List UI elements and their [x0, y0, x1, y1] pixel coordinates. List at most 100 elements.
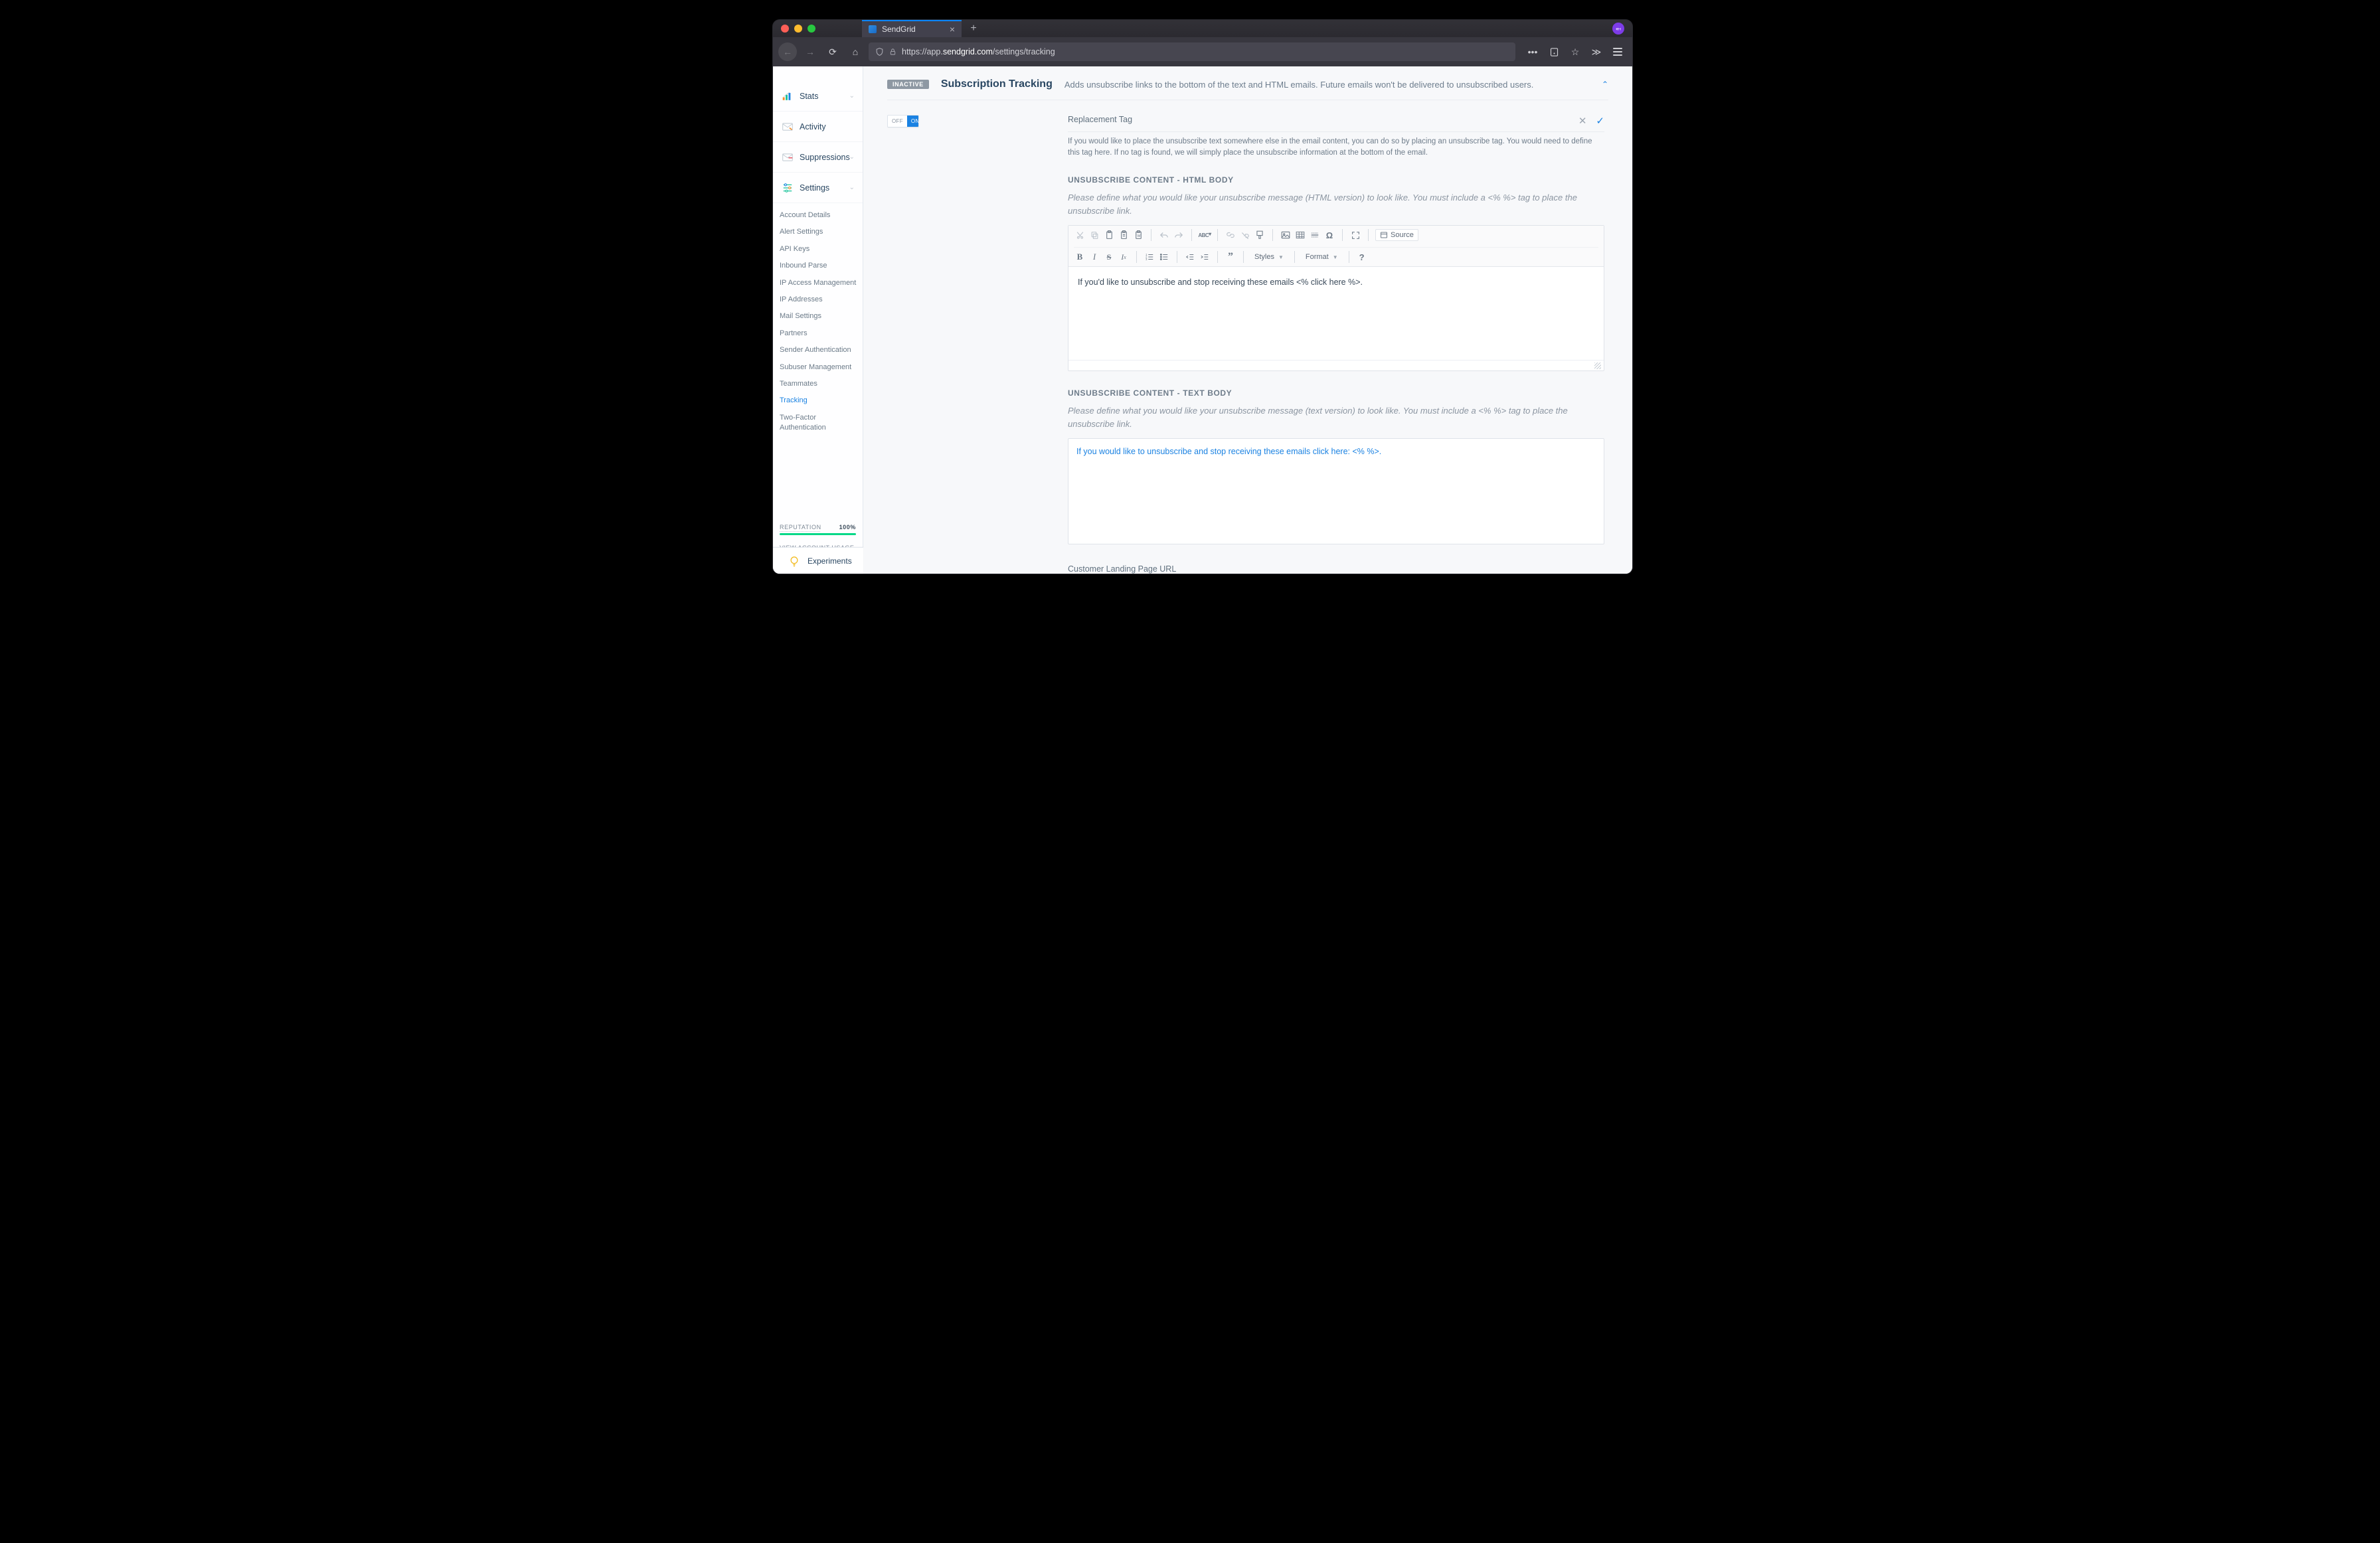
bulb-icon — [789, 556, 800, 566]
settings-sub-item[interactable]: Tracking — [780, 392, 863, 409]
on-off-toggle[interactable]: OFF ON — [887, 115, 919, 127]
replacement-tag-label: Replacement Tag — [1068, 115, 1578, 124]
outdent-icon[interactable] — [1184, 251, 1196, 263]
toggle-on-label: ON — [907, 116, 919, 127]
html-body-help: Please define what you would like your u… — [1068, 191, 1604, 217]
hamburger-menu[interactable] — [1608, 42, 1627, 61]
bookmark-star-icon[interactable]: ☆ — [1566, 42, 1584, 61]
private-mask-icon: ⬶ — [1612, 23, 1624, 35]
back-button[interactable]: ← — [778, 42, 797, 61]
settings-sub-item[interactable]: Teammates — [780, 376, 863, 392]
section-header: INACTIVE Subscription Tracking Adds unsu… — [887, 78, 1608, 100]
overflow-icon[interactable]: ≫ — [1587, 42, 1606, 61]
window-minimize-dot[interactable] — [794, 25, 802, 33]
settings-sub-item[interactable]: Inbound Parse — [780, 258, 863, 274]
copy-icon[interactable] — [1088, 229, 1100, 241]
special-char-icon[interactable]: Ω — [1323, 229, 1335, 241]
settings-sub-item[interactable]: Sender Authentication — [780, 342, 863, 359]
page-description: Adds unsubscribe links to the bottom of … — [1064, 80, 1534, 90]
browser-tab[interactable]: SendGrid × — [862, 20, 962, 37]
sidebar-item-stats[interactable]: Stats ⌄ — [773, 81, 863, 112]
stats-icon — [782, 91, 793, 102]
undo-icon[interactable] — [1158, 229, 1170, 241]
landing-page-label: Customer Landing Page URL — [1068, 564, 1604, 574]
format-dropdown[interactable]: Format▼ — [1302, 252, 1342, 262]
sidebar-label: Settings — [800, 183, 829, 193]
settings-sub-item[interactable]: Alert Settings — [780, 224, 863, 240]
reputation-value: 100% — [839, 524, 856, 530]
url-bar[interactable]: https://app.sendgrid.com/settings/tracki… — [869, 42, 1515, 61]
tab-close-icon[interactable]: × — [950, 24, 955, 35]
sidebar-item-activity[interactable]: Activity — [773, 112, 863, 142]
paste-icon[interactable] — [1103, 229, 1115, 241]
anchor-icon[interactable] — [1254, 229, 1266, 241]
table-icon[interactable] — [1294, 229, 1306, 241]
bold-icon[interactable]: B — [1074, 251, 1086, 263]
remove-format-icon[interactable]: Ix — [1118, 251, 1130, 263]
bullet-list-icon[interactable] — [1158, 251, 1170, 263]
form-column: Replacement Tag ✕ ✓ If you would like to… — [1068, 115, 1608, 574]
window-close-dot[interactable] — [781, 25, 789, 33]
blockquote-icon[interactable]: ” — [1225, 251, 1236, 263]
ellipsis-icon[interactable]: ••• — [1523, 42, 1542, 61]
styles-dropdown[interactable]: Styles▼ — [1250, 252, 1288, 262]
settings-icon — [782, 183, 793, 193]
spellcheck-icon[interactable]: ABC▾ — [1199, 229, 1211, 241]
activity-icon — [782, 122, 793, 132]
html-editor-content[interactable]: If you'd like to unsubscribe and stop re… — [1068, 267, 1604, 360]
settings-sub-item[interactable]: Mail Settings — [780, 308, 863, 325]
settings-sub-item[interactable]: Subuser Management — [780, 359, 863, 376]
unlink-icon[interactable] — [1239, 229, 1251, 241]
settings-sub-item[interactable]: Partners — [780, 325, 863, 342]
html-editor: W ABC▾ — [1068, 225, 1604, 371]
html-body-heading: UNSUBSCRIBE CONTENT - HTML BODY — [1068, 175, 1604, 185]
reputation-bar — [780, 533, 856, 535]
main-content: INACTIVE Subscription Tracking Adds unsu… — [863, 66, 1632, 574]
browser-window: SendGrid × + ⬶ ← → ⟳ ⌂ https://app.sendg… — [773, 20, 1632, 574]
cancel-button[interactable]: ✕ — [1578, 115, 1587, 127]
collapse-icon[interactable]: ⌃ — [1602, 80, 1608, 89]
strike-icon[interactable]: S — [1103, 251, 1115, 263]
settings-sub-item[interactable]: IP Access Management — [780, 275, 863, 291]
indent-icon[interactable] — [1199, 251, 1211, 263]
maximize-icon[interactable] — [1349, 229, 1361, 241]
link-icon[interactable] — [1225, 229, 1236, 241]
home-button[interactable]: ⌂ — [846, 42, 865, 61]
settings-sub-item[interactable]: IP Addresses — [780, 291, 863, 308]
new-tab-button[interactable]: + — [967, 23, 980, 35]
window-controls — [773, 25, 815, 33]
tab-favicon — [869, 25, 877, 33]
window-zoom-dot[interactable] — [808, 25, 815, 33]
italic-icon[interactable]: I — [1088, 251, 1100, 263]
forward-button[interactable]: → — [801, 42, 819, 61]
settings-sub-item[interactable]: Account Details — [780, 207, 863, 224]
reload-button[interactable]: ⟳ — [823, 42, 842, 61]
settings-sub-item[interactable]: Two-Factor Authentication — [780, 410, 863, 437]
sidebar-item-settings[interactable]: Settings ⌄ — [773, 173, 863, 203]
settings-sub-item[interactable]: API Keys — [780, 241, 863, 258]
editor-resize-handle[interactable] — [1068, 360, 1604, 370]
paste-word-icon[interactable]: W — [1132, 229, 1144, 241]
numbered-list-icon[interactable]: 123 — [1144, 251, 1155, 263]
experiments-button[interactable]: Experiments — [773, 547, 863, 574]
confirm-button[interactable]: ✓ — [1596, 115, 1604, 127]
sidebar-label: Activity — [800, 122, 826, 131]
page-title: Subscription Tracking — [941, 78, 1053, 90]
sidebar-item-suppressions[interactable]: Suppressions ⌄ — [773, 142, 863, 173]
image-icon[interactable] — [1280, 229, 1292, 241]
cut-icon[interactable] — [1074, 229, 1086, 241]
shield-icon — [875, 47, 884, 56]
status-badge: INACTIVE — [887, 80, 929, 89]
text-body-textarea[interactable]: If you would like to unsubscribe and sto… — [1068, 438, 1604, 544]
hr-icon[interactable] — [1309, 229, 1321, 241]
text-body-help: Please define what you would like your u… — [1068, 404, 1604, 430]
landing-section: Customer Landing Page URL If you have yo… — [1068, 564, 1604, 574]
redo-icon[interactable] — [1173, 229, 1185, 241]
url-text: https://app.sendgrid.com/settings/tracki… — [902, 47, 1055, 56]
paste-text-icon[interactable] — [1118, 229, 1130, 241]
sidebar-label: Suppressions — [800, 153, 850, 162]
help-icon[interactable]: ? — [1356, 251, 1368, 263]
reader-icon[interactable] — [1545, 42, 1563, 61]
reputation-fill — [780, 533, 856, 535]
source-button[interactable]: Source — [1375, 229, 1418, 241]
